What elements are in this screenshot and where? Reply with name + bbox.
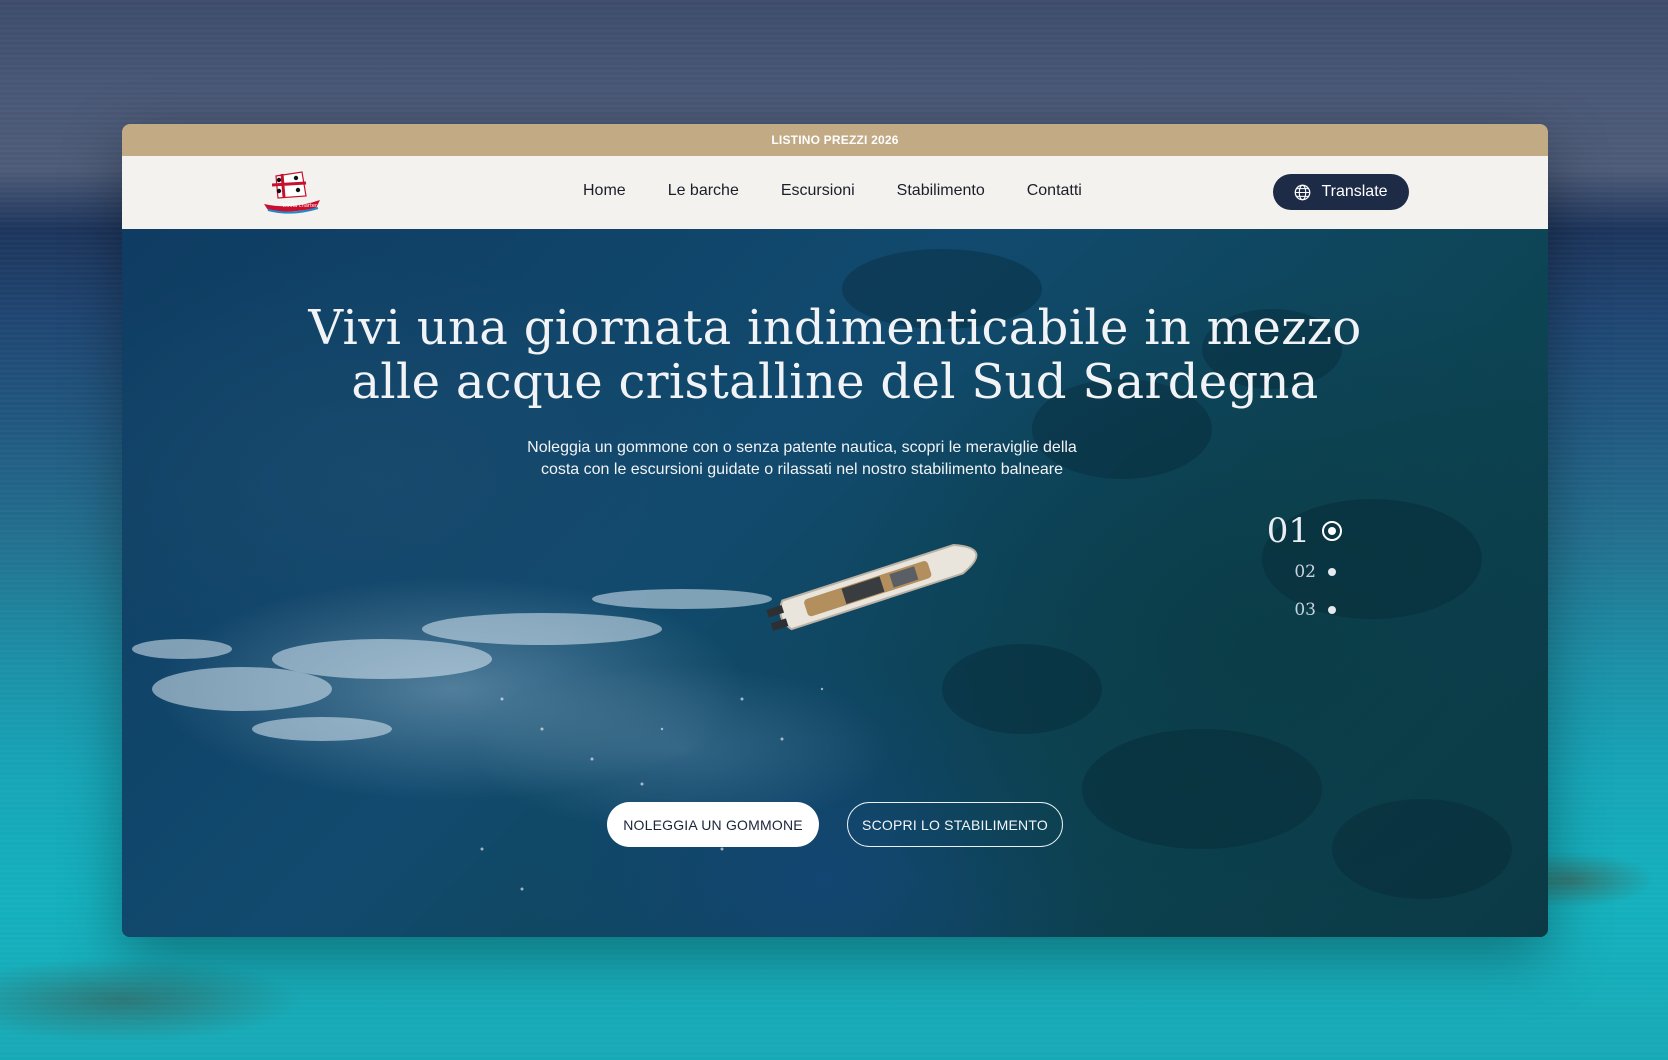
dot-icon <box>1328 568 1336 576</box>
announcement-bar[interactable]: LISTINO PREZZI 2026 <box>122 124 1548 156</box>
hero-subtitle-line-1: Noleggia un gommone con o senza patente … <box>527 439 1077 456</box>
discover-beach-club-button[interactable]: SCOPRI LO STABILIMENTO <box>847 802 1063 847</box>
active-dot-icon <box>1322 521 1342 541</box>
browser-frame: LISTINO PREZZI 2026 Trinità charter Home… <box>122 124 1548 937</box>
main-menu: Home Le barche Escursioni Stabilimento C… <box>583 182 1124 200</box>
slide-3[interactable]: 03 <box>1232 591 1342 629</box>
navbar: Trinità charter Home Le barche Escursion… <box>122 156 1548 229</box>
slide-3-number: 03 <box>1294 600 1316 620</box>
rent-boat-button[interactable]: NOLEGGIA UN GOMMONE <box>607 802 819 847</box>
nav-contatti[interactable]: Contatti <box>1027 182 1082 200</box>
hero-title: Vivi una giornata indimenticabile in mez… <box>122 301 1548 409</box>
translate-button[interactable]: Translate <box>1273 174 1409 210</box>
hero-title-line-1: Vivi una giornata indimenticabile in mez… <box>308 300 1362 356</box>
boat-image <box>766 544 978 631</box>
slide-2-number: 02 <box>1294 562 1316 582</box>
hero-section: Vivi una giornata indimenticabile in mez… <box>122 229 1548 937</box>
announcement-text[interactable]: LISTINO PREZZI 2026 <box>771 133 898 147</box>
slide-indicator: 01 02 03 <box>1232 509 1342 629</box>
logo-boat-flag-icon: Trinità charter <box>264 171 320 214</box>
nav-escursioni[interactable]: Escursioni <box>781 182 855 200</box>
globe-icon <box>1295 184 1311 200</box>
nav-le-barche[interactable]: Le barche <box>668 182 739 200</box>
slide-2[interactable]: 02 <box>1232 553 1342 591</box>
nav-stabilimento[interactable]: Stabilimento <box>897 182 985 200</box>
nav-home[interactable]: Home <box>583 182 626 200</box>
hero-subtitle-line-2: costa con le escursioni guidate o rilass… <box>540 461 1064 478</box>
svg-text:Trinità charter: Trinità charter <box>281 202 318 209</box>
slide-1[interactable]: 01 <box>1232 509 1342 553</box>
hero-subtitle: Noleggia un gommone con o senza patente … <box>502 437 1102 481</box>
hero-title-line-2: alle acque cristalline del Sud Sardegna <box>351 354 1319 410</box>
translate-label: Translate <box>1321 183 1388 200</box>
dot-icon <box>1328 606 1336 614</box>
slide-1-number: 01 <box>1266 511 1310 551</box>
logo[interactable]: Trinità charter <box>262 170 324 214</box>
